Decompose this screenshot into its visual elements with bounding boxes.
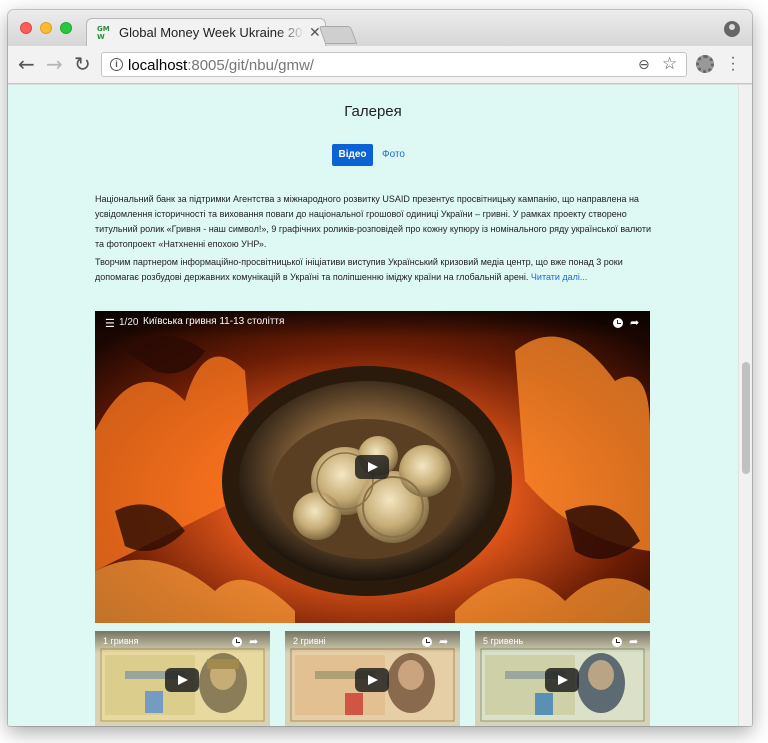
back-arrow-icon[interactable]: ← bbox=[18, 54, 35, 74]
url-path: :8005/git/nbu/gmw/ bbox=[187, 57, 314, 74]
description-paragraph: Національний банк за підтримки Агентства… bbox=[95, 194, 652, 249]
minimize-window-button[interactable] bbox=[40, 22, 52, 34]
play-button[interactable] bbox=[355, 455, 389, 479]
share-icon[interactable]: ➦ bbox=[629, 635, 638, 648]
video-thumbnail-3[interactable]: 5 гривень ➦ bbox=[475, 631, 650, 726]
gallery-title: Галерея bbox=[344, 103, 402, 120]
close-window-button[interactable] bbox=[20, 22, 32, 34]
browser-window: GM W Global Money Week Ukraine 20 ✕ ← → … bbox=[8, 10, 752, 726]
read-more-link[interactable]: Читати далі... bbox=[531, 272, 588, 282]
reload-icon[interactable]: ↻ bbox=[74, 54, 91, 74]
scrollbar-thumb[interactable] bbox=[742, 362, 750, 474]
share-icon[interactable]: ➦ bbox=[249, 635, 258, 648]
playlist-count: 1/20 bbox=[119, 317, 139, 328]
tab-photo[interactable]: Фото bbox=[382, 144, 405, 166]
video-thumbnail-2[interactable]: 2 гривні ➦ bbox=[285, 631, 460, 726]
watch-later-icon[interactable] bbox=[232, 637, 242, 647]
title-bar: GM W Global Money Week Ukraine 20 ✕ bbox=[8, 10, 752, 46]
play-button[interactable] bbox=[545, 668, 579, 692]
watch-later-icon[interactable] bbox=[422, 637, 432, 647]
zoom-icon[interactable]: ⊖ bbox=[638, 57, 650, 73]
play-button[interactable] bbox=[355, 668, 389, 692]
url-host: localhost bbox=[128, 57, 188, 74]
star-icon[interactable]: ☆ bbox=[662, 54, 677, 74]
url-text[interactable]: localhost:8005/git/nbu/gmw/ bbox=[128, 57, 314, 74]
thumbnail-title: 1 гривня bbox=[103, 636, 139, 646]
video-thumbnail-1[interactable]: 1 гривня ➦ bbox=[95, 631, 270, 726]
forward-arrow-icon[interactable]: → bbox=[46, 54, 63, 74]
extension-icon[interactable] bbox=[696, 55, 714, 73]
profile-icon[interactable] bbox=[724, 21, 740, 37]
video-title[interactable]: Київська гривня 11-13 століття bbox=[143, 316, 284, 327]
thumbnail-title: 2 гривні bbox=[293, 636, 326, 646]
thumbnail-title: 5 гривень bbox=[483, 636, 524, 646]
browser-tab[interactable]: GM W Global Money Week Ukraine 20 ✕ bbox=[86, 18, 326, 46]
play-button[interactable] bbox=[165, 668, 199, 692]
page-viewport: Галерея Відео Фото Національний банк за … bbox=[8, 85, 752, 726]
address-bar[interactable]: i localhost:8005/git/nbu/gmw/ ⊖ ☆ bbox=[101, 52, 687, 77]
menu-icon[interactable]: · · · bbox=[730, 50, 736, 78]
browser-toolbar: ← → ↻ i localhost:8005/git/nbu/gmw/ ⊖ ☆ … bbox=[8, 46, 752, 84]
share-icon[interactable]: ➦ bbox=[630, 316, 639, 329]
page-scrollbar[interactable] bbox=[738, 85, 752, 726]
main-video-player[interactable]: ☰ 1/20 Київська гривня 11-13 століття ➦ bbox=[95, 311, 650, 623]
playlist-icon[interactable]: ☰ bbox=[105, 317, 115, 330]
tab-video[interactable]: Відео bbox=[332, 144, 373, 166]
new-tab-button[interactable] bbox=[318, 26, 358, 44]
watch-later-icon[interactable] bbox=[612, 637, 622, 647]
info-icon[interactable]: i bbox=[110, 58, 123, 71]
partner-paragraph: Творчим партнером інформаційно-просвітни… bbox=[95, 255, 651, 285]
favicon-icon: GM W bbox=[97, 25, 110, 41]
watch-later-icon[interactable] bbox=[613, 318, 623, 328]
share-icon[interactable]: ➦ bbox=[439, 635, 448, 648]
maximize-window-button[interactable] bbox=[60, 22, 72, 34]
